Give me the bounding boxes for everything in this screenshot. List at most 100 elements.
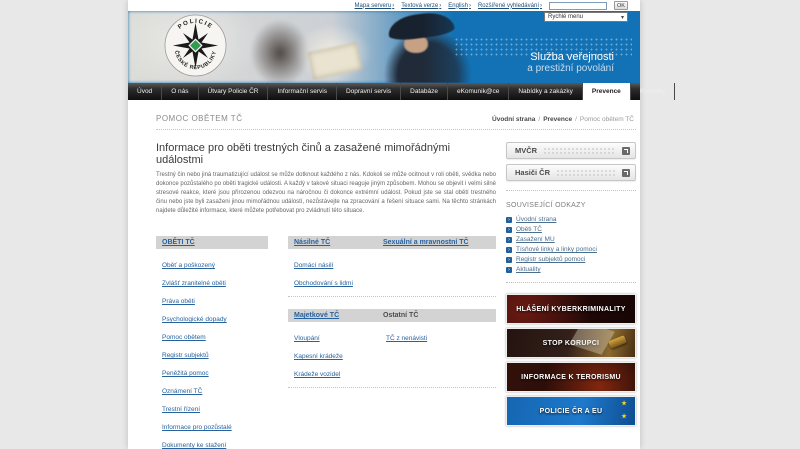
topbar-link[interactable]: Mapa serveru› [355, 3, 395, 9]
topic-link[interactable]: Krádeže vozidel [294, 370, 340, 379]
nav-item[interactable]: Databáze [401, 83, 448, 100]
main-heading: Informace pro oběti trestných činů a zas… [156, 142, 451, 166]
list-item: Kapesní krádeže [294, 345, 374, 363]
list-item: › Tísňové linky a linky pomoci [506, 246, 636, 253]
topic-link[interactable]: Dokumenty ke stažení [162, 441, 226, 449]
links-row-crime: OBĚTI TČ Oběť a poškozený Zvlášť zranitel… [156, 236, 496, 449]
topic-link[interactable]: Registr subjektů [162, 351, 209, 360]
topic-link[interactable]: Oznámení TČ [162, 387, 202, 396]
external-link-icon [622, 168, 630, 177]
quick-menu-label: Rychlé menu [548, 14, 584, 20]
group-header: Majetkové TČ Ostatní TČ [288, 309, 496, 322]
sidebar: MVČR Hasiči ČR SOUVISEJÍCÍ ODKAZY › Úvod… [506, 142, 636, 449]
chevron-right-icon: › [392, 2, 395, 9]
breadcrumb-link-prevence[interactable]: Prevence [543, 116, 572, 123]
topic-link[interactable]: Oběť a poškozený [162, 261, 215, 270]
related-link[interactable]: Registr subjektů pomoci [516, 256, 585, 263]
content-area: POMOC OBĚTEM TČ Úvodní strana / Prevence / P… [128, 100, 640, 449]
group-title-link[interactable]: Majetkové TČ [294, 312, 339, 319]
banner-stop-corruption[interactable]: STOP KORUPCI [506, 328, 636, 358]
topic-link[interactable]: Psychologické dopady [162, 315, 227, 324]
main-nav: Úvod O nás Útvary Policie ČR Informační … [128, 83, 676, 100]
search-input[interactable] [549, 1, 607, 10]
group-title: Ostatní TČ [383, 312, 419, 319]
box-title-link[interactable]: OBĚTI TČ [162, 239, 195, 246]
group-nasilne: Násilné TČ Sexuální a mravnostní TČ Domá… [288, 236, 496, 297]
breadcrumb-row: POMOC OBĚTEM TČ Úvodní strana / Prevence / P… [156, 100, 636, 130]
topic-link[interactable]: Pomoc obětem [162, 333, 206, 342]
nav-item[interactable]: Prevence [582, 83, 631, 100]
banner-terrorism-info[interactable]: INFORMACE K TERORISMU [506, 362, 636, 392]
list-item: › Zasažení MU [506, 236, 636, 243]
nav-item[interactable]: Útvary Policie ČR [199, 83, 269, 100]
related-links-title: SOUVISEJÍCÍ ODKAZY [506, 202, 586, 209]
group-title-link[interactable]: Násilné TČ [294, 239, 330, 246]
banner-label: HLÁŠENÍ KYBERKRIMINALITY [516, 305, 626, 313]
nav-item[interactable]: Úvod [128, 83, 163, 100]
topbar-link[interactable]: Textová verze› [401, 3, 441, 9]
topic-link[interactable]: Obchodování s lidmi [294, 279, 353, 288]
header-banner: Služba veřejnosti a prestižní povolání P… [128, 11, 640, 83]
topbar-link[interactable]: Rozšířené vyhledávání› [478, 3, 542, 9]
topic-link[interactable]: Domácí násilí [294, 261, 333, 270]
banner-label: INFORMACE K TERORISMU [521, 373, 621, 381]
banner-police-eu[interactable]: POLICIE ČR A EU ★ ★ [506, 396, 636, 426]
list-item: Dokumenty ke stažení [162, 434, 262, 449]
group-header: Násilné TČ Sexuální a mravnostní TČ [288, 236, 496, 249]
quick-menu-select[interactable]: Rychlé menu ▾ [544, 12, 628, 22]
page-container: Mapa serveru› Textová verze› English› Ro… [128, 0, 676, 449]
group-majetkove: Majetkové TČ Ostatní TČ Vloupání Kapesní … [288, 309, 496, 388]
nav-item[interactable]: Kontakty [631, 83, 676, 100]
nav-item[interactable]: Dopravní servis [337, 83, 402, 100]
topic-link[interactable]: Trestní řízení [162, 405, 200, 414]
nav-item[interactable]: Nabídky a zakázky [509, 83, 583, 100]
arrow-bullet-icon: › [506, 226, 512, 233]
nav-item[interactable]: eKomunik@ce [448, 83, 510, 100]
related-link[interactable]: Zasažení MU [516, 236, 555, 243]
banner-label: POLICIE ČR A EU [539, 407, 603, 415]
list-item: Pomoc obětem [162, 326, 262, 344]
sidebar-button-label: Hasiči ČR [515, 168, 551, 177]
topic-link[interactable]: Peněžitá pomoc [162, 369, 209, 378]
list-item: Oznámení TČ [162, 380, 262, 398]
nav-item[interactable]: Informační servis [268, 83, 337, 100]
chevron-right-icon: › [439, 2, 442, 9]
group-title-link[interactable]: Sexuální a mravnostní TČ [383, 239, 469, 246]
tagline-line1: Služba veřejnosti [530, 51, 614, 63]
sidebar-button-label: MVČR [515, 146, 538, 155]
eu-stars-icon: ★ ★ [621, 401, 627, 420]
breadcrumb-separator: / [538, 116, 541, 123]
arrow-bullet-icon: › [506, 266, 512, 273]
dot-texture [556, 168, 616, 177]
topic-link[interactable]: Zvlášť zranitelné oběti [162, 279, 226, 288]
page-title: POMOC OBĚTEM TČ [156, 114, 243, 123]
search-ok-button[interactable]: OK [614, 1, 628, 10]
arrow-bullet-icon: › [506, 236, 512, 243]
nav-item[interactable]: O nás [162, 83, 199, 100]
box-header: OBĚTI TČ [156, 236, 268, 249]
related-link[interactable]: Oběti TČ [516, 226, 542, 233]
arrow-bullet-icon: › [506, 246, 512, 253]
topic-link[interactable]: Vloupání [294, 334, 320, 343]
related-link[interactable]: Úvodní strana [516, 216, 556, 223]
list-item: Obchodování s lidmi [294, 272, 374, 290]
breadcrumb-link-home[interactable]: Úvodní strana [492, 116, 535, 123]
banner-cybercrime[interactable]: HLÁŠENÍ KYBERKRIMINALITY [506, 294, 636, 324]
sidebar-button-hasici[interactable]: Hasiči ČR [506, 164, 636, 181]
dot-texture [543, 146, 616, 155]
topic-link[interactable]: Práva oběti [162, 297, 195, 306]
breadcrumb-current: Pomoc obětem TČ [579, 116, 634, 123]
box-obeti-tc: OBĚTI TČ Oběť a poškozený Zvlášť zranitel… [156, 236, 268, 449]
topbar-link[interactable]: English› [448, 3, 471, 9]
topic-link[interactable]: Informace pro pozůstalé [162, 423, 232, 432]
topic-link[interactable]: Kapesní krádeže [294, 352, 343, 361]
police-logo[interactable]: POLICIE ČESKÉ REPUBLIKY [164, 14, 227, 77]
list-item: Práva oběti [162, 290, 262, 308]
related-link[interactable]: Aktuality [516, 266, 541, 273]
list-item: Trestní řízení [162, 398, 262, 416]
sidebar-button-mvcr[interactable]: MVČR [506, 142, 636, 159]
related-link[interactable]: Tísňové linky a linky pomoci [516, 246, 597, 253]
breadcrumb-separator: / [575, 116, 577, 123]
header-tagline: Služba veřejnosti a prestižní povolání [527, 51, 614, 75]
topic-link[interactable]: TČ z nenávisti [386, 334, 427, 343]
